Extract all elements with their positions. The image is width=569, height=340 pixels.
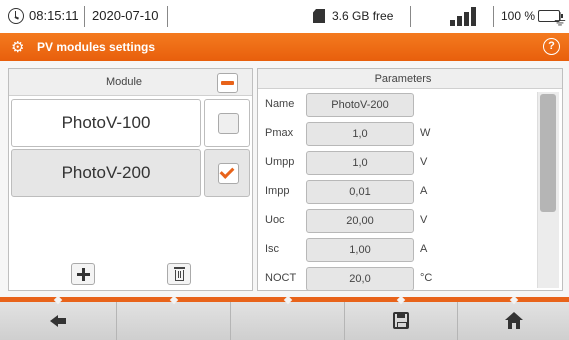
module-panel: Module PhotoV-100 PhotoV-200 [8, 68, 253, 291]
save-icon [393, 312, 409, 329]
param-label: Impp [265, 185, 290, 197]
title-bar: ⚙ PV modules settings ? [0, 33, 569, 61]
storage-free: 3.6 GB free [332, 9, 394, 23]
main-content: Module PhotoV-100 PhotoV-200 Parameters … [0, 61, 569, 297]
battery-percent: 100 % [501, 9, 536, 23]
param-unit: W [420, 127, 431, 139]
empty-toolbar-slot [117, 302, 231, 340]
module-panel-header: Module [9, 69, 252, 96]
module-header-label: Module [105, 76, 143, 88]
page-title: PV modules settings [37, 40, 156, 54]
param-value-field[interactable]: 1,00 [306, 238, 414, 262]
parameter-list: Name PhotoV-200 Pmax 1,0 W Umpp 1,0 V Im… [258, 90, 538, 290]
status-divider [410, 6, 411, 27]
param-row: Isc 1,00 A [258, 235, 538, 264]
param-label: Uoc [265, 214, 285, 226]
param-value-field[interactable]: 1,0 [306, 151, 414, 175]
param-unit: A [420, 243, 428, 255]
parameters-header-label: Parameters [374, 73, 432, 85]
param-label: Name [265, 98, 295, 110]
module-name[interactable]: PhotoV-200 [11, 149, 201, 197]
scrollbar-thumb[interactable] [540, 94, 556, 212]
param-label: NOCT [265, 272, 297, 284]
parameters-scrollbar[interactable] [537, 92, 559, 288]
module-checkbox-checked[interactable] [218, 163, 239, 184]
param-label: Umpp [265, 156, 295, 168]
param-value-field[interactable]: 20,00 [306, 209, 414, 233]
help-icon[interactable]: ? [543, 38, 560, 55]
param-label: Pmax [265, 127, 294, 139]
param-unit: °C [420, 272, 433, 284]
param-value-field[interactable]: 20,0 [306, 267, 414, 290]
home-icon [504, 312, 523, 329]
module-row-selected[interactable]: PhotoV-200 [11, 149, 250, 199]
deselect-all-button[interactable] [217, 73, 238, 93]
parameters-panel: Parameters Name PhotoV-200 Pmax 1,0 W Um… [257, 68, 563, 291]
status-divider [84, 6, 85, 27]
trash-icon [174, 267, 185, 269]
module-checkbox[interactable] [218, 113, 239, 134]
signal-icon [450, 7, 484, 26]
param-unit: V [420, 156, 428, 168]
param-unit: A [420, 185, 428, 197]
save-button[interactable] [345, 302, 458, 340]
status-time: 08:15:11 [29, 8, 79, 23]
gear-icon: ⚙ [11, 39, 25, 56]
back-button[interactable] [0, 302, 117, 340]
status-date: 2020-07-10 [92, 8, 159, 23]
module-name[interactable]: PhotoV-100 [11, 99, 201, 147]
param-unit: V [420, 214, 428, 226]
param-row: Umpp 1,0 V [258, 148, 538, 177]
parameters-panel-header: Parameters [258, 69, 562, 89]
status-divider [167, 6, 168, 27]
back-arrow-icon [50, 315, 66, 327]
add-module-button[interactable] [71, 263, 95, 285]
status-bar: 08:15:11 2020-07-10 3.6 GB free 100 % ⏚ [0, 0, 569, 33]
param-row: Pmax 1,0 W [258, 119, 538, 148]
clock-icon [8, 8, 24, 24]
status-divider [493, 6, 494, 27]
param-row-name: Name PhotoV-200 [258, 90, 538, 119]
checkmark-icon [219, 164, 235, 179]
param-value-field[interactable]: 1,0 [306, 122, 414, 146]
param-row: NOCT 20,0 °C [258, 264, 538, 290]
home-button[interactable] [458, 302, 569, 340]
module-check-cell[interactable] [204, 99, 250, 147]
bottom-toolbar [0, 302, 569, 340]
plug-icon: ⏚ [552, 12, 569, 29]
param-row: Impp 0,01 A [258, 177, 538, 206]
module-row[interactable]: PhotoV-100 [11, 99, 250, 149]
param-label: Isc [265, 243, 280, 255]
module-check-cell[interactable] [204, 149, 250, 197]
param-row: Uoc 20,00 V [258, 206, 538, 235]
delete-module-button[interactable] [167, 263, 191, 285]
param-name-field[interactable]: PhotoV-200 [306, 93, 414, 117]
param-value-field[interactable]: 0,01 [306, 180, 414, 204]
sd-card-icon [313, 9, 325, 23]
empty-toolbar-slot [231, 302, 345, 340]
